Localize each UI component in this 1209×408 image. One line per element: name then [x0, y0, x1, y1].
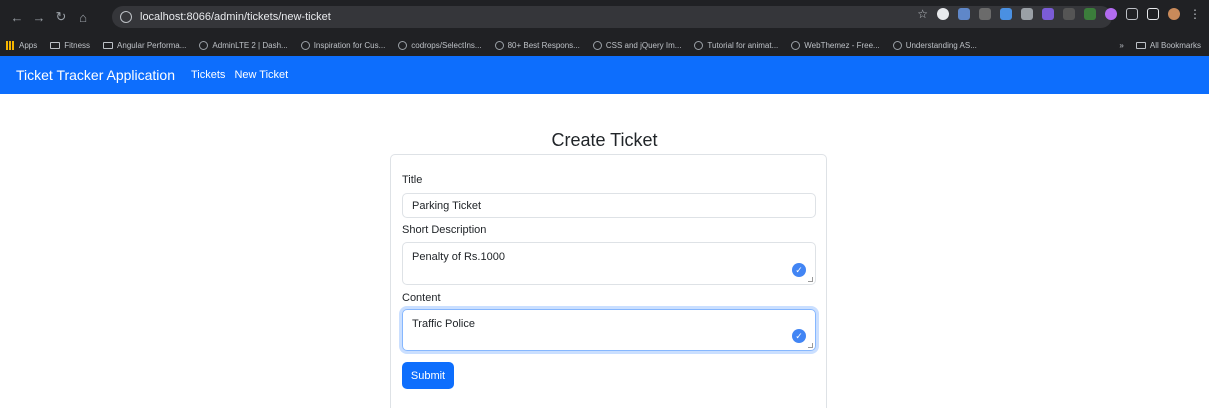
globe-icon [592, 40, 602, 50]
title-input-value: Parking Ticket [412, 200, 482, 212]
ticket-form-card: Title Parking Ticket Short Description P… [390, 154, 827, 408]
bookmark-item[interactable]: Understanding AS... [892, 40, 977, 50]
globe-icon [892, 40, 902, 50]
bookmark-item[interactable]: Angular Performa... [103, 41, 186, 50]
side-panel-icon[interactable] [1147, 8, 1159, 20]
short-description-label: Short Description [402, 224, 487, 236]
submit-button[interactable]: Submit [402, 362, 454, 389]
bookmark-item[interactable]: WebThemez - Free... [791, 40, 880, 50]
app-navbar: Ticket Tracker Application Tickets New T… [0, 56, 1209, 94]
navbar-brand[interactable]: Ticket Tracker Application [16, 67, 175, 83]
bookmarks-bar-right: » All Bookmarks [1119, 34, 1201, 56]
globe-icon [199, 40, 209, 50]
content-value: Traffic Police [412, 318, 475, 330]
check-icon: ✓ [792, 263, 806, 277]
extension-icon[interactable] [1105, 8, 1117, 20]
bookmark-item[interactable]: codrops/SelectIns... [398, 40, 482, 50]
bookmark-item[interactable]: CSS and jQuery Im... [592, 40, 681, 50]
extension-icon[interactable] [937, 8, 949, 20]
extension-icons: ☆ ⋮ [917, 7, 1201, 21]
forward-icon[interactable]: → [28, 10, 50, 25]
short-description-value: Penalty of Rs.1000 [412, 251, 505, 263]
bookmark-item[interactable]: Apps [6, 40, 37, 50]
menu-icon[interactable]: ⋮ [1189, 7, 1201, 21]
folder-icon [50, 41, 61, 49]
globe-icon [398, 40, 408, 50]
extension-icon[interactable] [1084, 8, 1096, 20]
resize-handle[interactable] [808, 277, 813, 282]
bookmark-item[interactable]: 80+ Best Respons... [494, 40, 580, 50]
extension-icon[interactable] [1000, 8, 1012, 20]
all-bookmarks-button[interactable]: All Bookmarks [1135, 41, 1201, 50]
extension-icon[interactable] [1042, 8, 1054, 20]
bookmark-item[interactable]: Tutorial for animat... [694, 40, 778, 50]
reload-icon[interactable]: ↻ [50, 9, 72, 25]
bookmark-item[interactable]: AdminLTE 2 | Dash... [199, 40, 288, 50]
url-text[interactable]: localhost:8066/admin/tickets/new-ticket [140, 11, 331, 23]
bookmark-item[interactable]: Fitness [50, 41, 90, 50]
folder-icon [1135, 41, 1146, 49]
extension-icon[interactable] [979, 8, 991, 20]
globe-icon [694, 40, 704, 50]
check-icon: ✓ [792, 329, 806, 343]
star-icon[interactable]: ☆ [917, 7, 928, 21]
content-label: Content [402, 292, 441, 304]
title-label: Title [402, 174, 423, 186]
nav-link-tickets[interactable]: Tickets [191, 69, 225, 81]
puzzle-icon[interactable] [1126, 8, 1138, 20]
nav-link-new-ticket[interactable]: New Ticket [234, 69, 288, 81]
short-description-textarea[interactable]: Penalty of Rs.1000 ✓ [402, 242, 816, 285]
extension-icon[interactable] [1021, 8, 1033, 20]
globe-icon [300, 40, 310, 50]
extension-icon[interactable] [1063, 8, 1075, 20]
back-icon[interactable]: ← [6, 10, 28, 25]
extension-icon[interactable] [958, 8, 970, 20]
bookmarks-bar: Apps Fitness Angular Performa... AdminLT… [0, 34, 1209, 56]
home-icon[interactable]: ⌂ [72, 10, 94, 25]
apps-icon [6, 40, 15, 50]
avatar[interactable] [1168, 8, 1180, 20]
folder-icon [103, 41, 114, 49]
title-input[interactable]: Parking Ticket [402, 193, 816, 218]
content-textarea[interactable]: Traffic Police ✓ [402, 309, 816, 351]
browser-toolbar: ← → ↻ ⌂ localhost:8066/admin/tickets/new… [0, 0, 1209, 34]
globe-icon [494, 40, 504, 50]
globe-icon [791, 40, 801, 50]
site-info-icon[interactable] [120, 11, 132, 23]
page-title: Create Ticket [551, 130, 658, 150]
resize-handle[interactable] [808, 343, 813, 348]
bookmark-item[interactable]: Inspiration for Cus... [300, 40, 385, 50]
more-bookmarks-icon[interactable]: » [1119, 41, 1123, 50]
